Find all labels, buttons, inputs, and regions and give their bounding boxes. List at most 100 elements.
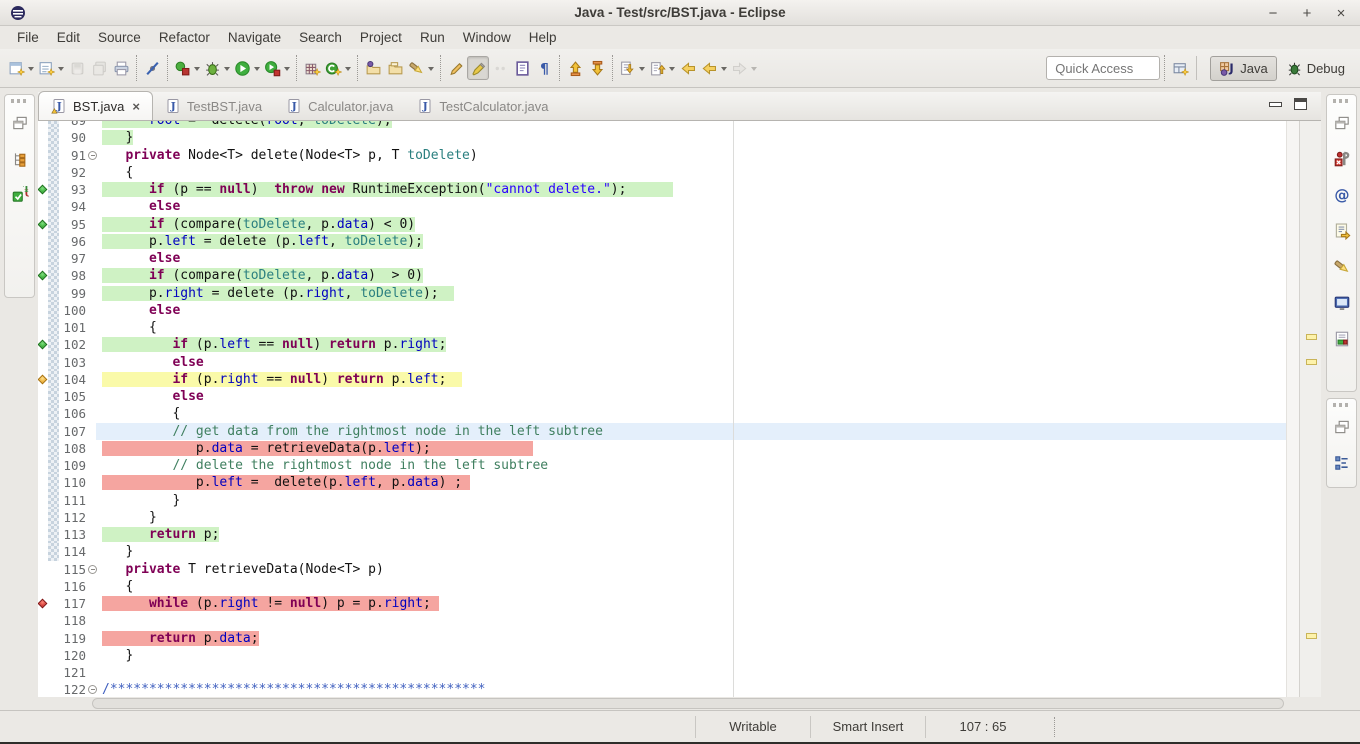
debug-perspective-button[interactable]: Debug — [1277, 56, 1354, 81]
code-line[interactable]: 91 private Node<T> delete(Node<T> p, T t… — [38, 147, 1286, 164]
fold-ruler[interactable] — [86, 129, 99, 146]
line-number[interactable]: 108 — [59, 440, 86, 457]
line-number[interactable]: 91 — [59, 147, 86, 164]
outline-view-icon[interactable] — [1330, 451, 1354, 475]
fold-ruler[interactable] — [86, 457, 99, 474]
new-java-project-button[interactable] — [301, 56, 323, 80]
line-number[interactable]: 92 — [59, 164, 86, 181]
skip-all-breakpoints-button[interactable] — [141, 56, 163, 80]
menu-navigate[interactable]: Navigate — [219, 28, 290, 47]
fold-ruler[interactable] — [86, 319, 99, 336]
marker-ruler[interactable] — [38, 267, 48, 284]
line-number[interactable]: 111 — [59, 492, 86, 509]
mark-occurrences-toggle[interactable] — [467, 56, 489, 80]
code-line[interactable]: 111 } — [38, 492, 1286, 509]
line-number[interactable]: 98 — [59, 267, 86, 284]
fold-ruler[interactable] — [86, 198, 99, 215]
rail-grip[interactable] — [11, 99, 29, 103]
code-line[interactable]: 108 p.data = retrieveData(p.left); — [38, 440, 1286, 457]
marker-ruler[interactable] — [38, 612, 48, 629]
show-whitespace-button[interactable]: ¶ — [533, 56, 555, 80]
line-number[interactable]: 116 — [59, 578, 86, 595]
fold-ruler[interactable] — [86, 423, 99, 440]
code-line[interactable]: 92 { — [38, 164, 1286, 181]
fold-ruler[interactable] — [86, 440, 99, 457]
previous-annotation-button[interactable] — [564, 56, 586, 80]
marker-ruler[interactable] — [38, 647, 48, 664]
close-button[interactable]: × — [1332, 5, 1350, 22]
fold-ruler[interactable] — [86, 302, 99, 319]
menu-help[interactable]: Help — [520, 28, 566, 47]
fold-ruler[interactable] — [86, 630, 99, 647]
code-line[interactable]: 97 else — [38, 250, 1286, 267]
marker-ruler[interactable] — [38, 198, 48, 215]
collapse-icon[interactable] — [88, 565, 97, 574]
restore-view-icon[interactable] — [1330, 111, 1354, 135]
open-type-button[interactable] — [362, 56, 384, 80]
line-number[interactable]: 100 — [59, 302, 86, 319]
line-number[interactable]: 102 — [59, 336, 86, 353]
line-number[interactable]: 107 — [59, 423, 86, 440]
marker-ruler[interactable] — [38, 630, 48, 647]
tab-calculator-java[interactable]: JCalculator.java — [274, 92, 405, 120]
code-line[interactable]: 94 else — [38, 198, 1286, 215]
vertical-scrollbar[interactable] — [1286, 121, 1299, 697]
marker-ruler[interactable] — [38, 164, 48, 181]
javadoc-view-icon[interactable]: @ — [1330, 183, 1354, 207]
tab-bst-java[interactable]: JBST.java× — [38, 91, 153, 120]
fold-ruler[interactable] — [86, 371, 99, 388]
code-line[interactable]: 95 if (compare(toDelete, p.data) < 0) — [38, 216, 1286, 233]
rail-grip[interactable] — [1333, 403, 1351, 407]
menu-file[interactable]: File — [8, 28, 48, 47]
horizontal-scrollbar[interactable] — [38, 697, 1321, 710]
package-explorer-icon[interactable] — [8, 147, 32, 171]
restore-view-icon[interactable] — [1330, 415, 1354, 439]
marker-ruler[interactable] — [38, 388, 48, 405]
marker-ruler[interactable] — [38, 129, 48, 146]
last-edit-location-button[interactable] — [445, 56, 467, 80]
tab-testcalculator-java[interactable]: JTestCalculator.java — [405, 92, 560, 120]
fold-ruler[interactable] — [86, 526, 99, 543]
open-perspective-button[interactable] — [1169, 56, 1191, 80]
go-to-next-member-button[interactable] — [647, 56, 677, 80]
maximize-button[interactable]: + — [1298, 5, 1316, 22]
fold-ruler[interactable] — [86, 561, 99, 578]
fold-ruler[interactable] — [86, 474, 99, 491]
search-button[interactable] — [406, 56, 436, 80]
dropdown-arrow-icon[interactable] — [721, 67, 727, 74]
dropdown-arrow-icon[interactable] — [194, 67, 200, 74]
fold-ruler[interactable] — [86, 233, 99, 250]
code-line[interactable]: 106 { — [38, 405, 1286, 422]
code-line[interactable]: 102 if (p.left == null) return p.right; — [38, 336, 1286, 353]
dropdown-arrow-icon[interactable] — [28, 67, 34, 74]
fold-ruler[interactable] — [86, 509, 99, 526]
declaration-view-icon[interactable] — [1330, 219, 1354, 243]
rail-grip[interactable] — [1333, 99, 1351, 103]
code-line[interactable]: 89 root = delete(root, toDelete); — [38, 121, 1286, 129]
next-annotation-button[interactable] — [586, 56, 608, 80]
line-number[interactable]: 110 — [59, 474, 86, 491]
line-number[interactable]: 117 — [59, 595, 86, 612]
dropdown-arrow-icon[interactable] — [345, 67, 351, 74]
line-number[interactable]: 89 — [59, 121, 86, 129]
back-history-button[interactable] — [699, 56, 729, 80]
marker-ruler[interactable] — [38, 457, 48, 474]
code-line[interactable]: 113 return p; — [38, 526, 1286, 543]
line-number[interactable]: 114 — [59, 543, 86, 560]
line-number[interactable]: 99 — [59, 285, 86, 302]
line-number[interactable]: 105 — [59, 388, 86, 405]
overview-ruler[interactable] — [1299, 121, 1321, 697]
menu-edit[interactable]: Edit — [48, 28, 89, 47]
new-class-button[interactable] — [323, 56, 353, 80]
occurrence-annotation-mark[interactable] — [1306, 359, 1317, 365]
maximize-editor-icon[interactable] — [1294, 98, 1307, 110]
code-line[interactable]: 122/************************************… — [38, 681, 1286, 697]
menu-run[interactable]: Run — [411, 28, 454, 47]
dropdown-arrow-icon[interactable] — [58, 67, 64, 74]
menu-search[interactable]: Search — [290, 28, 351, 47]
dropdown-arrow-icon[interactable] — [751, 67, 757, 74]
code-line[interactable]: 93 if (p == null) throw new RuntimeExcep… — [38, 181, 1286, 198]
code-line[interactable]: 112 } — [38, 509, 1286, 526]
code-line[interactable]: 100 else — [38, 302, 1286, 319]
marker-ruler[interactable] — [38, 302, 48, 319]
